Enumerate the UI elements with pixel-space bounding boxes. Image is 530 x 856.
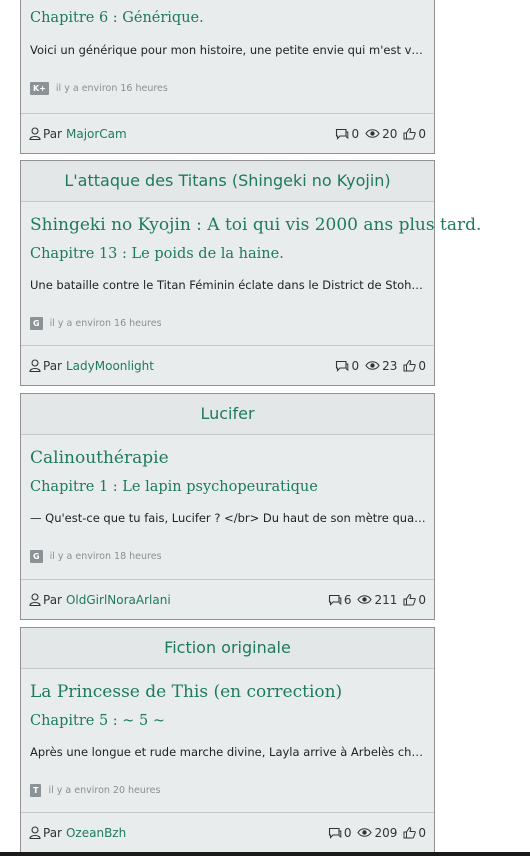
views-count: 20 [382, 126, 398, 141]
user-icon [29, 593, 41, 606]
views-count: 209 [374, 825, 398, 840]
views-count: 211 [374, 592, 398, 607]
thumbs-up-icon [403, 593, 417, 606]
comments-stat: 6 [328, 592, 352, 607]
author-info: Par MajorCam [29, 127, 127, 141]
comments-count: 0 [351, 358, 360, 373]
views-stat: 23 [365, 359, 397, 373]
card-footer: Par LadyMoonlight 0 23 0 [21, 345, 434, 385]
author-info: Par LadyMoonlight [29, 359, 154, 373]
card-footer: Par OzeanBzh 0 209 0 [21, 812, 434, 852]
story-title-link[interactable]: Shingeki no Kyojin : A toi qui vis 2000 … [30, 215, 481, 235]
views-count: 23 [382, 358, 398, 373]
by-label: Par [43, 358, 62, 373]
chapter-meta: G il y a environ 16 heures [30, 317, 162, 330]
author-info: Par OldGirlNoraArlani [29, 593, 171, 607]
comments-stat: 0 [328, 825, 352, 840]
category-header[interactable]: Fiction originale [21, 628, 434, 669]
author-link[interactable]: OldGirlNoraArlani [66, 593, 171, 607]
story-stats: 0 209 0 [325, 826, 426, 840]
likes-stat: 0 [403, 593, 426, 607]
chapter-summary: Après une longue et rude marche divine, … [30, 745, 426, 759]
timestamp: il y a environ 20 heures [48, 785, 161, 796]
chapter-title-link[interactable]: Chapitre 13 : Le poids de la haine. [30, 246, 284, 262]
author-link[interactable]: OzeanBzh [66, 826, 126, 840]
comments-count: 0 [343, 825, 352, 840]
chapter-title-link[interactable]: Chapitre 5 : ~ 5 ~ [30, 713, 165, 729]
user-icon [29, 359, 41, 372]
eye-icon [357, 595, 373, 604]
views-stat: 211 [357, 593, 397, 607]
rating-badge: K+ [30, 82, 49, 95]
likes-stat: 0 [403, 359, 426, 373]
chapter-summary: Une bataille contre le Titan Féminin écl… [30, 278, 426, 292]
story-card: Chapitre 6 : Générique. Voici un génériq… [20, 0, 435, 154]
chapter-meta: K+ il y a environ 16 heures [30, 82, 168, 95]
story-stats: 0 23 0 [332, 359, 426, 373]
by-label: Par [43, 825, 62, 840]
likes-count: 0 [418, 126, 426, 141]
story-card: Fiction originale La Princesse de This (… [20, 627, 435, 853]
comment-icon [328, 594, 342, 606]
comments-stat: 0 [335, 127, 359, 141]
chapter-meta: G il y a environ 18 heures [30, 550, 162, 563]
thumbs-up-icon [403, 826, 417, 839]
user-icon [29, 826, 41, 839]
comment-icon [336, 128, 349, 140]
story-card: Lucifer Calinouthérapie Chapitre 1 : Le … [20, 393, 435, 620]
rating-badge: T [30, 784, 42, 797]
comments-count: 6 [343, 592, 352, 607]
user-icon [29, 127, 41, 140]
story-stats: 6 211 0 [325, 593, 426, 607]
chapter-summary: — Qu'est-ce que tu fais, Lucifer ? </br>… [30, 511, 426, 525]
likes-count: 0 [418, 358, 426, 373]
chapter-title-link[interactable]: Chapitre 1 : Le lapin psychopeuratique [30, 479, 318, 495]
story-card: L'attaque des Titans (Shingeki no Kyojin… [20, 160, 481, 386]
timestamp: il y a environ 18 heures [49, 551, 162, 562]
timestamp: il y a environ 16 heures [55, 83, 168, 94]
chapter-meta: T il y a environ 20 heures [30, 784, 160, 797]
chapter-summary: Voici un générique pour mon histoire, un… [30, 43, 426, 57]
card-footer: Par MajorCam 0 20 0 [21, 113, 434, 153]
thumbs-up-icon [403, 359, 417, 372]
by-label: Par [43, 592, 62, 607]
views-stat: 209 [357, 826, 397, 840]
views-stat: 20 [365, 127, 397, 141]
category-header[interactable]: L'attaque des Titans (Shingeki no Kyojin… [21, 161, 434, 202]
likes-count: 0 [418, 592, 426, 607]
likes-stat: 0 [403, 826, 426, 840]
eye-icon [357, 828, 373, 837]
eye-icon [365, 361, 380, 370]
eye-icon [365, 129, 380, 138]
likes-stat: 0 [403, 127, 426, 141]
window-bottom-edge [0, 852, 530, 856]
author-link[interactable]: MajorCam [66, 127, 127, 141]
author-info: Par OzeanBzh [29, 826, 126, 840]
thumbs-up-icon [403, 127, 417, 140]
card-footer: Par OldGirlNoraArlani 6 211 0 [21, 579, 434, 619]
author-link[interactable]: LadyMoonlight [66, 359, 154, 373]
by-label: Par [43, 126, 62, 141]
category-header[interactable]: Lucifer [21, 394, 434, 435]
likes-count: 0 [418, 825, 426, 840]
comments-stat: 0 [335, 359, 359, 373]
story-title-link[interactable]: Calinouthérapie [30, 448, 169, 468]
comment-icon [336, 360, 349, 372]
story-title-link[interactable]: La Princesse de This (en correction) [30, 682, 342, 702]
chapter-title-link[interactable]: Chapitre 6 : Générique. [30, 10, 204, 26]
rating-badge: G [30, 317, 43, 330]
rating-badge: G [30, 550, 43, 563]
comment-icon [328, 827, 342, 839]
story-stats: 0 20 0 [332, 127, 426, 141]
comments-count: 0 [351, 126, 360, 141]
timestamp: il y a environ 16 heures [49, 318, 162, 329]
